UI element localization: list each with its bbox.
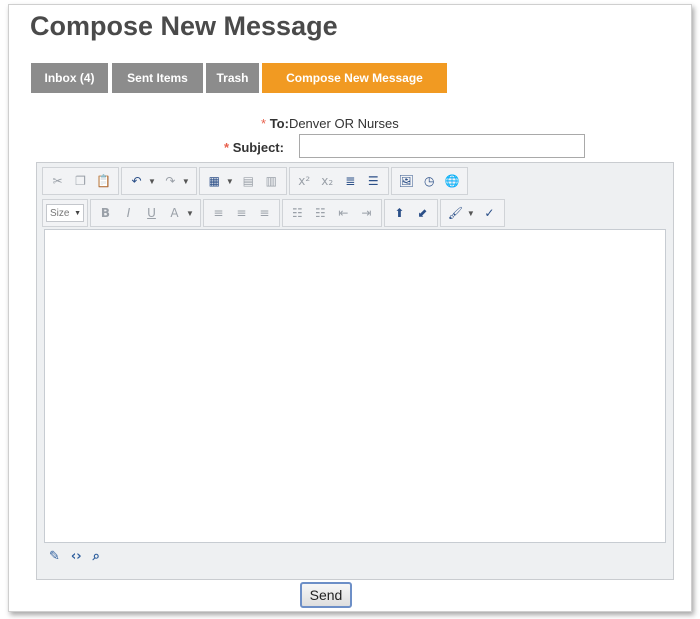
toolbar-group-lists: ☷ ☷ ⇤ ⇥ bbox=[281, 199, 382, 227]
toolbar-group-insert: 🖼 ◷ 🌐 bbox=[390, 167, 468, 195]
preview-mode-icon[interactable]: ⌕ bbox=[93, 549, 100, 564]
toolbar-row-2: Size ▼ B I U A ▼ ≡ ≡ ≡ ☷ ☷ ⇤ ⇥ ⬆ ⬋ 🖌 ▼ ✓ bbox=[42, 199, 507, 227]
indent-paragraph-icon[interactable]: ≣ bbox=[340, 171, 361, 192]
table-dropdown-icon[interactable]: ▼ bbox=[226, 177, 234, 186]
font-size-label: Size bbox=[50, 207, 70, 219]
design-mode-icon[interactable]: ✎ bbox=[49, 549, 60, 564]
align-right-icon[interactable]: ≡ bbox=[254, 203, 275, 224]
toolbar-group-format: B I U A ▼ bbox=[90, 199, 201, 227]
compose-panel: Compose New Message Inbox (4) Sent Items… bbox=[8, 4, 692, 612]
subscript-icon[interactable]: x₂ bbox=[317, 171, 338, 192]
undo-icon[interactable]: ↶ bbox=[126, 171, 147, 192]
tab-trash[interactable]: Trash bbox=[206, 63, 259, 93]
toolbar-group-script: x² x₂ ≣ ☰ bbox=[288, 167, 389, 195]
superscript-icon[interactable]: x² bbox=[294, 171, 315, 192]
hyperlink-icon[interactable]: 🌐 bbox=[442, 171, 463, 192]
toolbar-row-1: ✂ ❐ 📋 ↶ ▼ ↷ ▼ ▦ ▼ ▤ ▥ x² x₂ ≣ ☰ 🖼 ◷ 🌐 bbox=[42, 167, 470, 195]
indent-icon[interactable]: ⇥ bbox=[356, 203, 377, 224]
format-brush-icon[interactable]: 🖌 bbox=[445, 203, 466, 224]
font-color-dropdown-icon[interactable]: ▼ bbox=[186, 209, 194, 218]
cut-icon[interactable]: ✂ bbox=[47, 171, 68, 192]
tab-inbox[interactable]: Inbox (4) bbox=[31, 63, 108, 93]
bold-icon[interactable]: B bbox=[95, 203, 116, 224]
to-value: Denver OR Nurses bbox=[288, 116, 399, 131]
tab-compose-new-message[interactable]: Compose New Message bbox=[262, 63, 447, 93]
toolbar-group-align: ≡ ≡ ≡ bbox=[202, 199, 280, 227]
toolbar-group-clipboard: ✂ ❐ 📋 bbox=[42, 167, 119, 195]
remove-link-icon[interactable]: ⬋ bbox=[412, 203, 433, 224]
underline-icon[interactable]: U bbox=[141, 203, 162, 224]
italic-icon[interactable]: I bbox=[118, 203, 139, 224]
toolbar-group-tools: 🖌 ▼ ✓ bbox=[439, 199, 505, 227]
tab-sent-items[interactable]: Sent Items bbox=[112, 63, 203, 93]
to-field-row: * To:Denver OR Nurses bbox=[261, 116, 399, 131]
table-icon[interactable]: ▦ bbox=[204, 171, 225, 192]
copy-icon[interactable]: ❐ bbox=[70, 171, 91, 192]
html-mode-icon[interactable]: ‹› bbox=[71, 549, 82, 564]
ordered-list-icon[interactable]: ☷ bbox=[287, 203, 308, 224]
clock-icon[interactable]: ◷ bbox=[419, 171, 440, 192]
message-body-editor[interactable] bbox=[44, 229, 666, 543]
to-label: To: bbox=[269, 116, 289, 131]
spellcheck-icon[interactable]: ✓ bbox=[479, 203, 500, 224]
redo-dropdown-icon[interactable]: ▼ bbox=[182, 177, 190, 186]
required-marker: * bbox=[224, 140, 230, 155]
toolbar-group-history: ↶ ▼ ↷ ▼ bbox=[121, 167, 197, 195]
send-button[interactable]: Send bbox=[300, 582, 352, 608]
format-brush-dropdown-icon[interactable]: ▼ bbox=[467, 209, 475, 218]
align-center-icon[interactable]: ≡ bbox=[231, 203, 252, 224]
insert-link-icon[interactable]: ⬆ bbox=[389, 203, 410, 224]
toolbar-group-size: Size ▼ bbox=[42, 199, 88, 227]
subject-label: Subject: bbox=[232, 140, 284, 155]
redo-icon[interactable]: ↷ bbox=[160, 171, 181, 192]
merge-cells-icon[interactable]: ▤ bbox=[238, 171, 259, 192]
subject-input[interactable] bbox=[299, 134, 585, 158]
outdent-icon[interactable]: ⇤ bbox=[333, 203, 354, 224]
unordered-list-icon[interactable]: ☷ bbox=[310, 203, 331, 224]
font-size-select[interactable]: Size ▼ bbox=[46, 204, 84, 222]
horizontal-rule-icon[interactable]: ☰ bbox=[363, 171, 384, 192]
toolbar-group-table: ▦ ▼ ▤ ▥ bbox=[198, 167, 287, 195]
undo-dropdown-icon[interactable]: ▼ bbox=[148, 177, 156, 186]
image-icon[interactable]: 🖼 bbox=[396, 171, 417, 192]
editor-mode-bar: ✎ ‹› ⌕ bbox=[49, 549, 100, 564]
paste-icon[interactable]: 📋 bbox=[93, 171, 114, 192]
required-marker: * bbox=[261, 116, 267, 131]
toolbar-group-links: ⬆ ⬋ bbox=[383, 199, 438, 227]
chevron-down-icon: ▼ bbox=[74, 209, 81, 217]
subject-field-row: * Subject: bbox=[224, 140, 284, 155]
rich-text-editor: ✂ ❐ 📋 ↶ ▼ ↷ ▼ ▦ ▼ ▤ ▥ x² x₂ ≣ ☰ 🖼 ◷ 🌐 Si… bbox=[36, 162, 674, 580]
page-title: Compose New Message bbox=[30, 11, 338, 41]
split-cells-icon[interactable]: ▥ bbox=[261, 171, 282, 192]
align-left-icon[interactable]: ≡ bbox=[208, 203, 229, 224]
font-color-icon[interactable]: A bbox=[164, 203, 185, 224]
